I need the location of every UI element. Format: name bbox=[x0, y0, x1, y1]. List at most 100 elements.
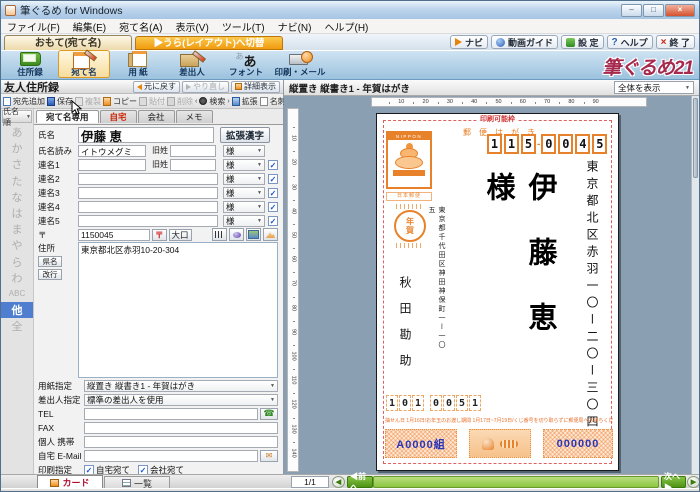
quick-button-video-guide[interactable]: 動画ガイド bbox=[491, 35, 558, 49]
index-tab-さ[interactable]: さ bbox=[1, 156, 33, 172]
previous-record-button[interactable]: ◀前へ bbox=[347, 476, 373, 488]
name-field[interactable]: 伊藤 恵 bbox=[78, 127, 214, 143]
index-tab-か[interactable]: か bbox=[1, 140, 33, 156]
email-field[interactable] bbox=[84, 450, 258, 462]
元に戻す-button[interactable]: 元に戻す bbox=[133, 81, 180, 93]
quick-button-exit[interactable]: ×終 了 bbox=[656, 35, 695, 49]
search-next-icon[interactable]: › bbox=[227, 98, 229, 105]
search-prev-icon[interactable]: ‹ bbox=[195, 98, 197, 105]
mail-icon[interactable]: ✉ bbox=[260, 450, 278, 462]
photo-icon[interactable] bbox=[263, 228, 278, 241]
kana-field[interactable]: イトウメグミ bbox=[78, 145, 146, 157]
joint-honorific-select-4[interactable]: 様▼ bbox=[223, 201, 265, 213]
close-button[interactable]: × bbox=[665, 4, 695, 17]
index-tab-他[interactable]: 他 bbox=[1, 302, 33, 318]
paper-select[interactable]: 縦置き 縦書き1 - 年賀はがき ▼ bbox=[84, 380, 278, 392]
joint-honorific-select-5[interactable]: 様▼ bbox=[223, 215, 265, 227]
tool-recipient-card[interactable]: 宛て名 bbox=[58, 50, 110, 78]
home-target-checkbox[interactable]: ✓ bbox=[84, 465, 94, 475]
address-field[interactable]: 東京都北区赤羽10-20-304 bbox=[78, 242, 278, 378]
bulk-office-button[interactable]: 大口 bbox=[169, 229, 192, 241]
joint-name-field-1[interactable] bbox=[78, 159, 146, 171]
index-tab-た[interactable]: た bbox=[1, 173, 33, 189]
preview-scrollbar[interactable] bbox=[691, 96, 699, 474]
menu-item-2[interactable]: 宛て名(A) bbox=[119, 19, 162, 34]
signature-icon[interactable] bbox=[229, 228, 244, 241]
index-tab-は[interactable]: は bbox=[1, 205, 33, 221]
menu-item-0[interactable]: ファイル(F) bbox=[7, 19, 60, 34]
barcode-icon[interactable] bbox=[212, 228, 227, 241]
minimize-button[interactable]: – bbox=[621, 4, 642, 17]
joint-maiden-field[interactable] bbox=[170, 159, 216, 171]
mobile-field[interactable] bbox=[84, 436, 278, 448]
scrollbar-thumb[interactable] bbox=[693, 98, 698, 178]
tool-font[interactable]: ああフォント bbox=[220, 50, 272, 78]
fax-field[interactable] bbox=[84, 422, 278, 434]
sort-order-dropdown[interactable]: 氏名順 ▼ bbox=[2, 110, 32, 123]
index-tab-全[interactable]: 全 bbox=[1, 318, 33, 334]
action-search[interactable]: ‹検索› bbox=[195, 96, 230, 107]
next-record-button[interactable]: 次へ▶ bbox=[661, 476, 686, 488]
joint-name-field-3[interactable] bbox=[78, 187, 218, 199]
quick-button-help[interactable]: ?ヘルプ bbox=[607, 35, 653, 49]
map-icon[interactable] bbox=[246, 228, 261, 241]
tool-paper[interactable]: 用 紙 bbox=[112, 50, 164, 78]
joint-honorific-select-1[interactable]: 様▼ bbox=[223, 159, 265, 171]
joint-print-checkbox-4[interactable]: ✓ bbox=[268, 202, 278, 212]
menu-item-3[interactable]: 表示(V) bbox=[175, 19, 208, 34]
form-tab-会社[interactable]: 会社 bbox=[138, 110, 175, 123]
action-copy[interactable]: コピー bbox=[103, 96, 137, 107]
詳細表示-button[interactable]: 詳細表示 bbox=[231, 81, 280, 93]
prefecture-button[interactable]: 県名 bbox=[38, 256, 62, 267]
zoom-select[interactable]: 全体を表示 ▼ bbox=[614, 81, 694, 94]
tool-print-mail[interactable]: 印刷・メール bbox=[274, 50, 326, 78]
joint-print-checkbox-3[interactable]: ✓ bbox=[268, 188, 278, 198]
joint-honorific-select-3[interactable]: 様▼ bbox=[223, 187, 265, 199]
action-save[interactable]: 保存 bbox=[47, 96, 73, 107]
joint-honorific-select-2[interactable]: 様▼ bbox=[223, 173, 265, 185]
menu-item-6[interactable]: ヘルプ(H) bbox=[324, 19, 368, 34]
action-business-card[interactable]: 名刺 bbox=[260, 96, 286, 107]
index-tab-や[interactable]: や bbox=[1, 237, 33, 253]
tab-card-view[interactable]: カード bbox=[37, 475, 103, 489]
postal-code-field[interactable]: 1150045 bbox=[78, 229, 150, 241]
index-tab-わ[interactable]: わ bbox=[1, 270, 33, 286]
tool-sender[interactable]: 差出人 bbox=[166, 50, 218, 78]
form-tab-自宅[interactable]: 自宅 bbox=[100, 110, 137, 123]
maximize-button[interactable]: □ bbox=[643, 4, 664, 17]
joint-name-field-4[interactable] bbox=[78, 201, 218, 213]
postal-lookup-button[interactable]: 〒 bbox=[152, 229, 167, 241]
quick-button-settings[interactable]: 設 定 bbox=[561, 35, 604, 49]
tel-field[interactable] bbox=[84, 408, 258, 420]
joint-name-field-5[interactable] bbox=[78, 215, 218, 227]
first-record-button[interactable]: ◀ bbox=[332, 476, 345, 488]
tab-front-recipient[interactable]: おもて(宛て名) bbox=[4, 35, 132, 50]
honorific-select[interactable]: 様 ▼ bbox=[223, 145, 265, 157]
sender-select[interactable]: 標準の差出人を使用 ▼ bbox=[84, 394, 278, 406]
quick-button-navi[interactable]: ナビ bbox=[450, 35, 488, 49]
tool-address-book[interactable]: 住所録 bbox=[4, 50, 56, 78]
company-target-checkbox[interactable]: ✓ bbox=[138, 465, 148, 475]
form-tab-メモ[interactable]: メモ bbox=[176, 110, 213, 123]
joint-print-checkbox-5[interactable]: ✓ bbox=[268, 216, 278, 226]
index-tab-ABC[interactable]: ABC bbox=[1, 286, 33, 302]
action-extend[interactable]: 拡張 bbox=[232, 96, 258, 107]
form-tab-宛て名専用[interactable]: 宛て名専用 bbox=[36, 110, 99, 123]
index-tab-ら[interactable]: ら bbox=[1, 254, 33, 270]
postcard-page[interactable]: 印刷可能枠 郵便はがき NIPPON 日本郵便 年賀 115-0045 東京都北… bbox=[376, 113, 619, 471]
menu-item-5[interactable]: ナビ(N) bbox=[278, 19, 312, 34]
phone-icon[interactable]: ☎ bbox=[260, 408, 278, 420]
maiden-name-field[interactable] bbox=[170, 145, 216, 157]
last-record-button[interactable]: ▶ bbox=[687, 476, 700, 488]
record-slider[interactable] bbox=[373, 476, 659, 488]
tab-back-layout[interactable]: ▶うら(レイアウト)へ切替 bbox=[135, 36, 283, 50]
index-tab-な[interactable]: な bbox=[1, 189, 33, 205]
joint-name-field-2[interactable] bbox=[78, 173, 218, 185]
joint-print-checkbox-2[interactable]: ✓ bbox=[268, 174, 278, 184]
joint-print-checkbox-1[interactable]: ✓ bbox=[268, 160, 278, 170]
expand-kanji-button[interactable]: 拡張漢字 bbox=[220, 127, 270, 143]
menu-item-1[interactable]: 編集(E) bbox=[73, 19, 106, 34]
menu-item-4[interactable]: ツール(T) bbox=[222, 19, 265, 34]
line-break-button[interactable]: 改行 bbox=[38, 269, 62, 280]
index-tab-ま[interactable]: ま bbox=[1, 221, 33, 237]
